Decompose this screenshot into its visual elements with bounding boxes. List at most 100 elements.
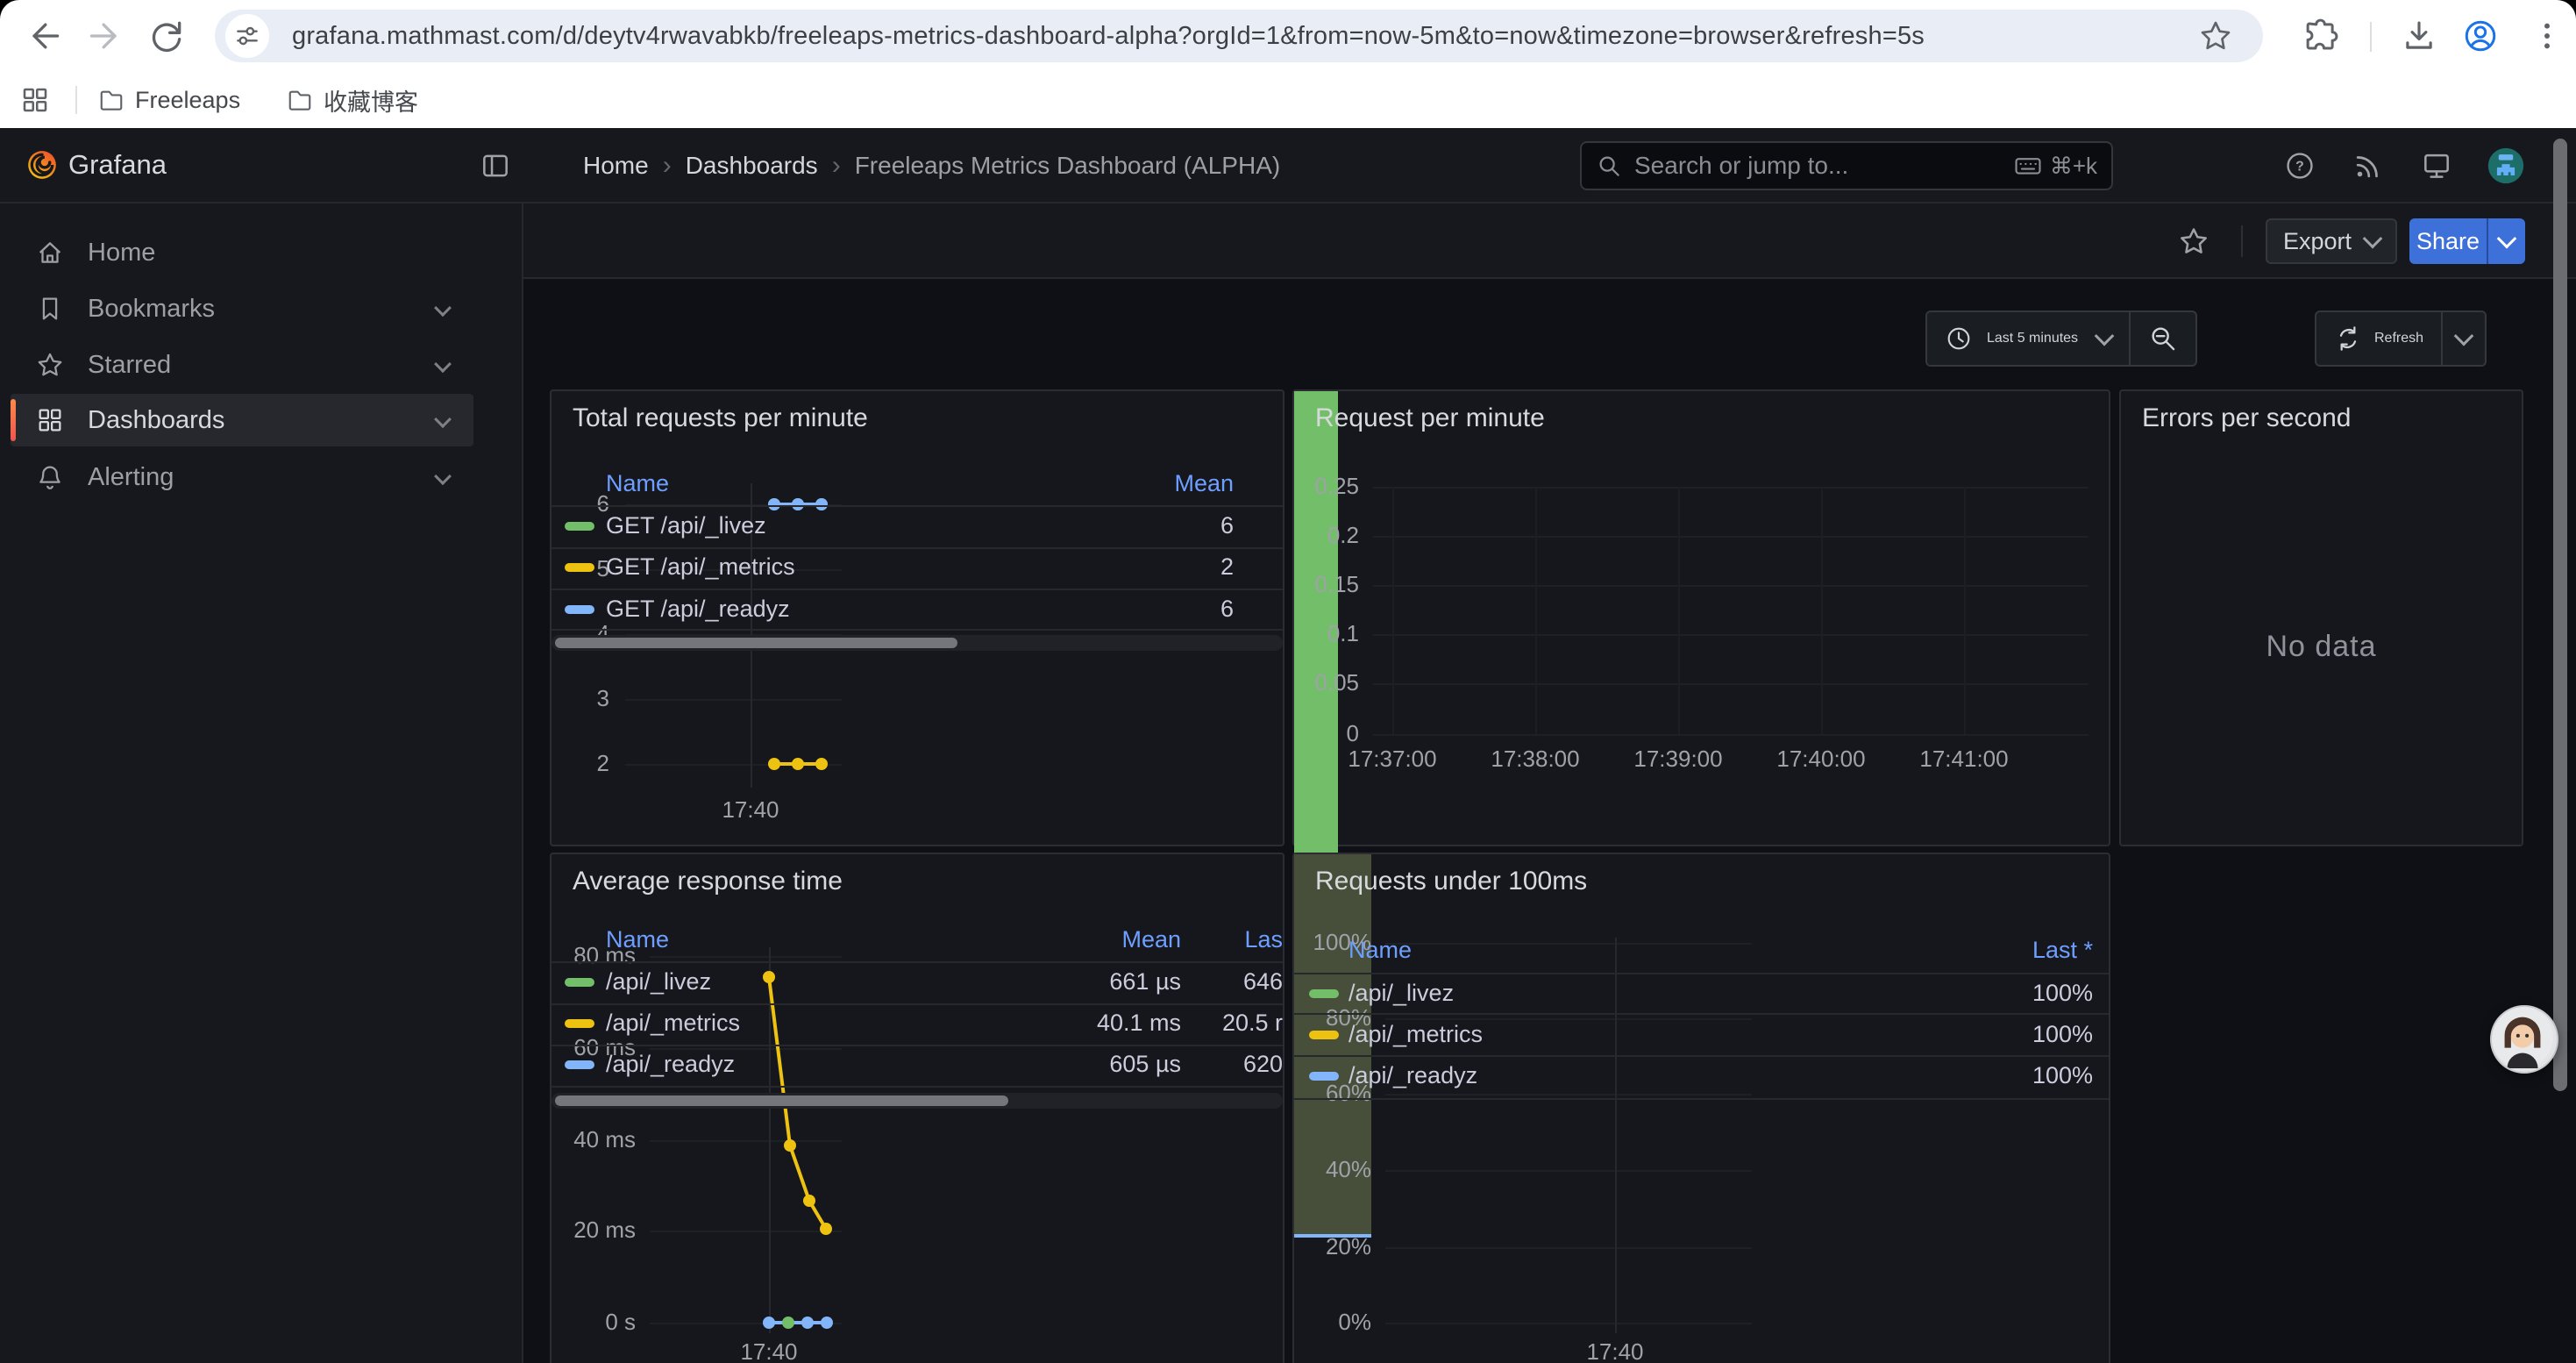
legend-series-name[interactable]: /api/_metrics [1348, 1021, 1483, 1048]
gridline-h [1373, 536, 2089, 538]
forward-icon[interactable] [86, 17, 125, 60]
refresh-control[interactable]: Refresh [2315, 310, 2487, 367]
legend-series-name[interactable]: /api/_livez [1348, 980, 1454, 1007]
legend-swatch[interactable] [565, 1019, 594, 1028]
apps-grid-icon[interactable] [19, 84, 51, 120]
reload-icon[interactable] [147, 17, 186, 60]
legend-swatch[interactable] [1309, 989, 1339, 998]
breadcrumb-item[interactable]: Dashboards [686, 152, 818, 180]
chevron-down-icon[interactable] [437, 295, 449, 324]
time-range-picker[interactable]: Last 5 minutes [1925, 310, 2197, 367]
x-axis-tick: 17:40 [1554, 1338, 1676, 1363]
legend-scrollbar-thumb[interactable] [555, 638, 957, 648]
refresh-button[interactable]: Refresh [2316, 312, 2441, 365]
refresh-interval-dropdown[interactable] [2443, 312, 2485, 365]
legend-scrollbar[interactable] [551, 1093, 1283, 1109]
legend-series-name[interactable]: GET /api/_metrics [606, 553, 795, 581]
legend-scrollbar[interactable] [551, 635, 1283, 651]
page-scrollbar[interactable] [2553, 139, 2567, 1091]
sidebar-item-alerting[interactable]: Alerting [11, 451, 473, 503]
legend-column-header[interactable]: Name [606, 926, 669, 953]
collapse-sidebar-icon[interactable] [479, 149, 512, 187]
legend-value: 620 [1243, 1051, 1283, 1078]
zoom-out-button[interactable] [2131, 312, 2195, 365]
legend-swatch[interactable] [565, 1060, 594, 1069]
breadcrumb-item[interactable]: Freeleaps Metrics Dashboard (ALPHA) [855, 152, 1281, 180]
bookmark-star-icon[interactable] [2198, 18, 2233, 58]
panel-title[interactable]: Requests under 100ms [1315, 867, 1587, 896]
legend-swatch[interactable] [565, 605, 594, 614]
news-rss-icon[interactable] [2352, 128, 2385, 203]
legend-swatch[interactable] [1309, 1072, 1339, 1081]
panel-title[interactable]: Average response time [573, 867, 843, 896]
back-icon[interactable] [25, 17, 63, 60]
search-input[interactable]: Search or jump to... ⌘+k [1580, 141, 2113, 190]
share-button-label[interactable]: Share [2409, 218, 2487, 264]
search-shortcut: ⌘+k [2013, 143, 2097, 189]
extensions-icon[interactable] [2302, 18, 2339, 59]
legend-column-header[interactable]: Mean [1121, 926, 1181, 953]
legend-series-name[interactable]: /api/_metrics [606, 1010, 740, 1037]
legend-swatch[interactable] [565, 522, 594, 531]
bookmark-folder[interactable]: Freeleaps [98, 81, 240, 119]
legend-column-header[interactable]: Name [606, 470, 669, 497]
export-button[interactable]: Export [2266, 218, 2397, 264]
bookmarks-bar: Freeleaps 收藏博客 [0, 72, 2576, 130]
grafana-logo[interactable] [25, 147, 60, 187]
help-icon[interactable]: ? [2283, 128, 2316, 203]
bookmark-icon [35, 294, 65, 324]
sidebar-item-dashboards[interactable]: Dashboards [11, 394, 473, 446]
address-bar[interactable]: grafana.mathmast.com/d/deytv4rwavabkb/fr… [215, 10, 2263, 62]
assistant-avatar[interactable] [2490, 1005, 2558, 1074]
x-axis-tick: 17:38:00 [1461, 746, 1610, 773]
gridline-v [1615, 938, 1617, 1333]
breadcrumb-item[interactable]: Home [583, 152, 649, 180]
brand-text: Grafana [68, 149, 167, 181]
legend-swatch[interactable] [1309, 1031, 1339, 1039]
url-text[interactable]: grafana.mathmast.com/d/deytv4rwavabkb/fr… [292, 22, 1925, 51]
download-icon[interactable] [2401, 18, 2437, 59]
gridline-h [650, 1048, 842, 1050]
legend-scrollbar-thumb[interactable] [555, 1095, 1008, 1106]
share-dropdown-chevron[interactable] [2488, 218, 2525, 264]
keyboard-icon [2013, 151, 2043, 181]
actions-divider [2241, 225, 2243, 257]
legend-series-name[interactable]: GET /api/_readyz [606, 596, 790, 623]
legend-series-name[interactable]: GET /api/_livez [606, 512, 766, 539]
user-avatar[interactable] [2487, 146, 2525, 189]
legend-series-name[interactable]: /api/_readyz [1348, 1062, 1477, 1089]
chevron-down-icon[interactable] [437, 406, 449, 435]
legend-table: NameMeanLas/api/_livez661 µs646/api/_met… [551, 854, 973, 1363]
legend-column-header[interactable]: Last * [2032, 937, 2093, 964]
bookmark-folder[interactable]: 收藏博客 [287, 81, 418, 119]
gridline-h [650, 1323, 842, 1324]
sidebar-item-bookmarks[interactable]: Bookmarks [11, 282, 473, 335]
y-axis-tick: 0.25 [1294, 473, 1359, 500]
profile-icon[interactable] [2462, 18, 2499, 59]
legend-column-header[interactable]: Mean [1174, 470, 1234, 497]
gridline-v [769, 947, 771, 1333]
panel-title[interactable]: Errors per second [2142, 403, 2351, 433]
sidebar-item-home[interactable]: Home [11, 226, 473, 279]
share-button[interactable]: Share [2409, 218, 2525, 264]
legend-column-header[interactable]: Las [1244, 926, 1283, 953]
y-axis-tick: 0.2 [1294, 522, 1359, 549]
site-info-icon[interactable] [225, 14, 269, 58]
monitor-icon[interactable] [2420, 128, 2453, 203]
legend-series-name[interactable]: /api/_livez [606, 968, 711, 995]
gridline-h [625, 699, 842, 701]
chevron-down-icon[interactable] [437, 463, 449, 492]
folder-icon [98, 87, 125, 113]
panel-title[interactable]: Request per minute [1315, 403, 1545, 433]
menu-dots-icon[interactable] [2529, 18, 2565, 59]
legend-series-name[interactable]: /api/_readyz [606, 1051, 735, 1078]
chevron-down-icon[interactable] [437, 351, 449, 380]
sidebar-item-starred[interactable]: Starred [11, 339, 473, 391]
panel-title[interactable]: Total requests per minute [573, 403, 868, 433]
legend-swatch[interactable] [565, 978, 594, 987]
legend-swatch[interactable] [565, 563, 594, 572]
panel-avg-response-time: Average response time80 ms60 ms40 ms20 m… [550, 853, 1284, 1363]
gridline-h [1385, 1247, 1752, 1249]
favorite-star-icon[interactable] [2177, 225, 2210, 262]
legend-column-header[interactable]: Name [1348, 937, 1412, 964]
